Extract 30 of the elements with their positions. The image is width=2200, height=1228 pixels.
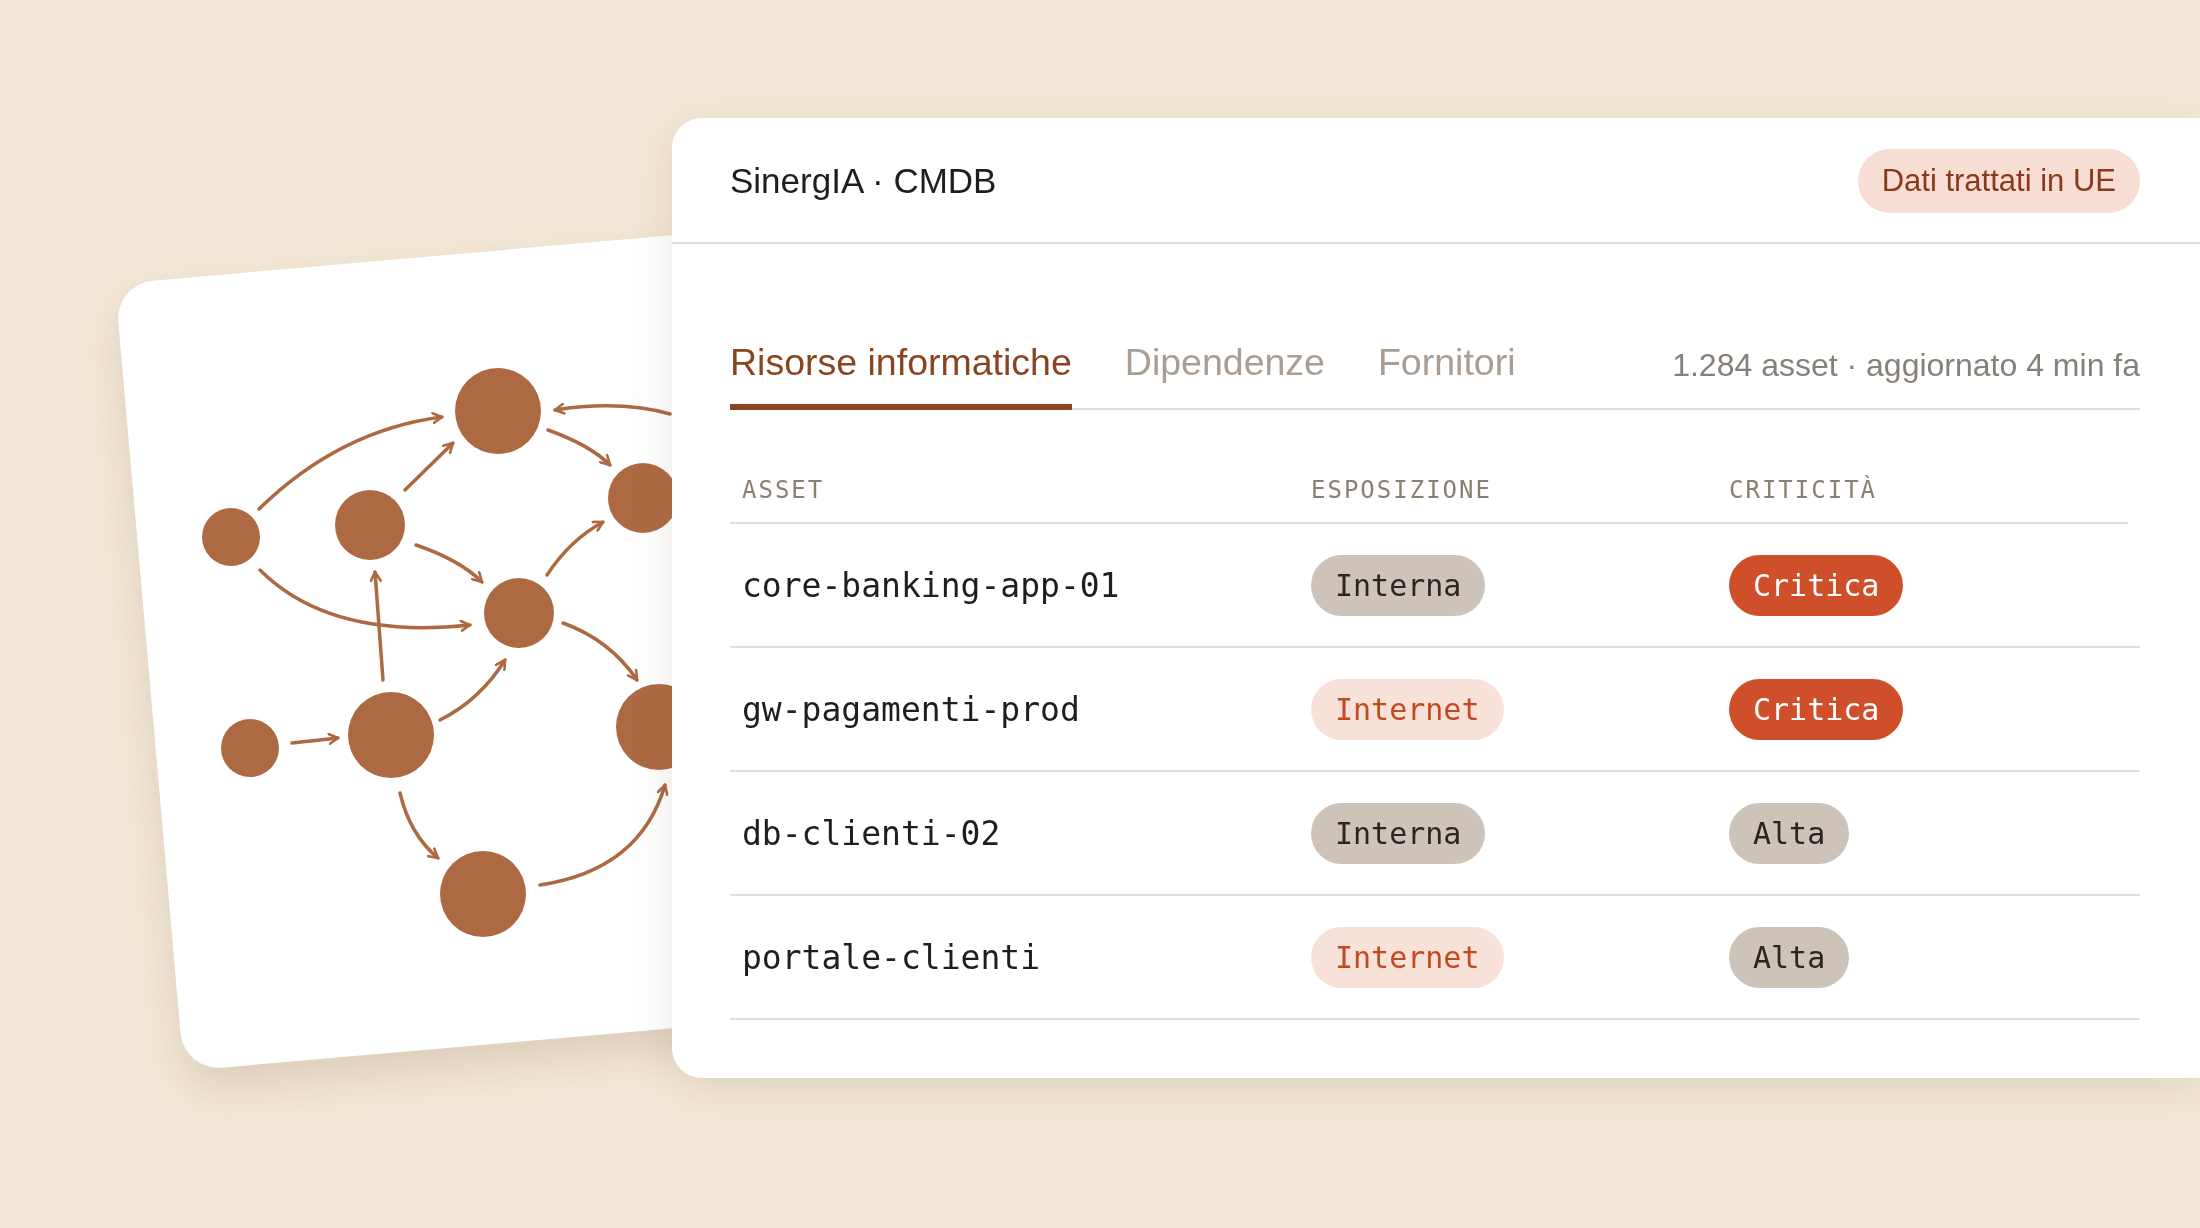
criticality-tag: Alta <box>1729 802 1850 864</box>
criticality-tag: Critica <box>1729 554 1904 616</box>
column-header: ASSET <box>742 476 825 504</box>
tab[interactable]: Fornitori <box>1377 341 1516 410</box>
tab[interactable]: Risorse informatiche <box>730 341 1072 410</box>
tab[interactable]: Dipendenze <box>1124 341 1325 410</box>
asset-name: portale-clienti <box>742 937 1040 977</box>
asset-summary: 1.284 asset · aggiornato 4 min fa <box>1672 346 2140 384</box>
criticality-tag: Alta <box>1729 926 1850 988</box>
exposure-tag: Interna <box>1311 802 1486 864</box>
graph-node <box>335 490 405 560</box>
arrow <box>438 658 507 722</box>
arrow <box>545 520 605 577</box>
arrow <box>546 428 612 467</box>
arrow <box>398 791 440 860</box>
asset-name: core-banking-app-01 <box>742 565 1120 605</box>
graph-node <box>221 719 279 777</box>
exposure-tag: Internet <box>1311 678 1504 740</box>
column-header: ESPOSIZIONE <box>1311 476 1492 504</box>
arrow <box>290 732 340 746</box>
graph-node <box>202 508 260 566</box>
region-badge: Dati trattati in UE <box>1857 148 2140 213</box>
column-header: CRITICITÀ <box>1729 476 1878 504</box>
app-title: SinergIA · CMDB <box>730 160 997 201</box>
asset-name: db-clienti-02 <box>742 813 1001 853</box>
graph-node <box>484 578 554 648</box>
exposure-tag: Interna <box>1311 554 1486 616</box>
criticality-tag: Critica <box>1729 678 1904 740</box>
exposure-tag: Internet <box>1311 926 1504 988</box>
asset-name: gw-pagamenti-prod <box>742 689 1080 729</box>
